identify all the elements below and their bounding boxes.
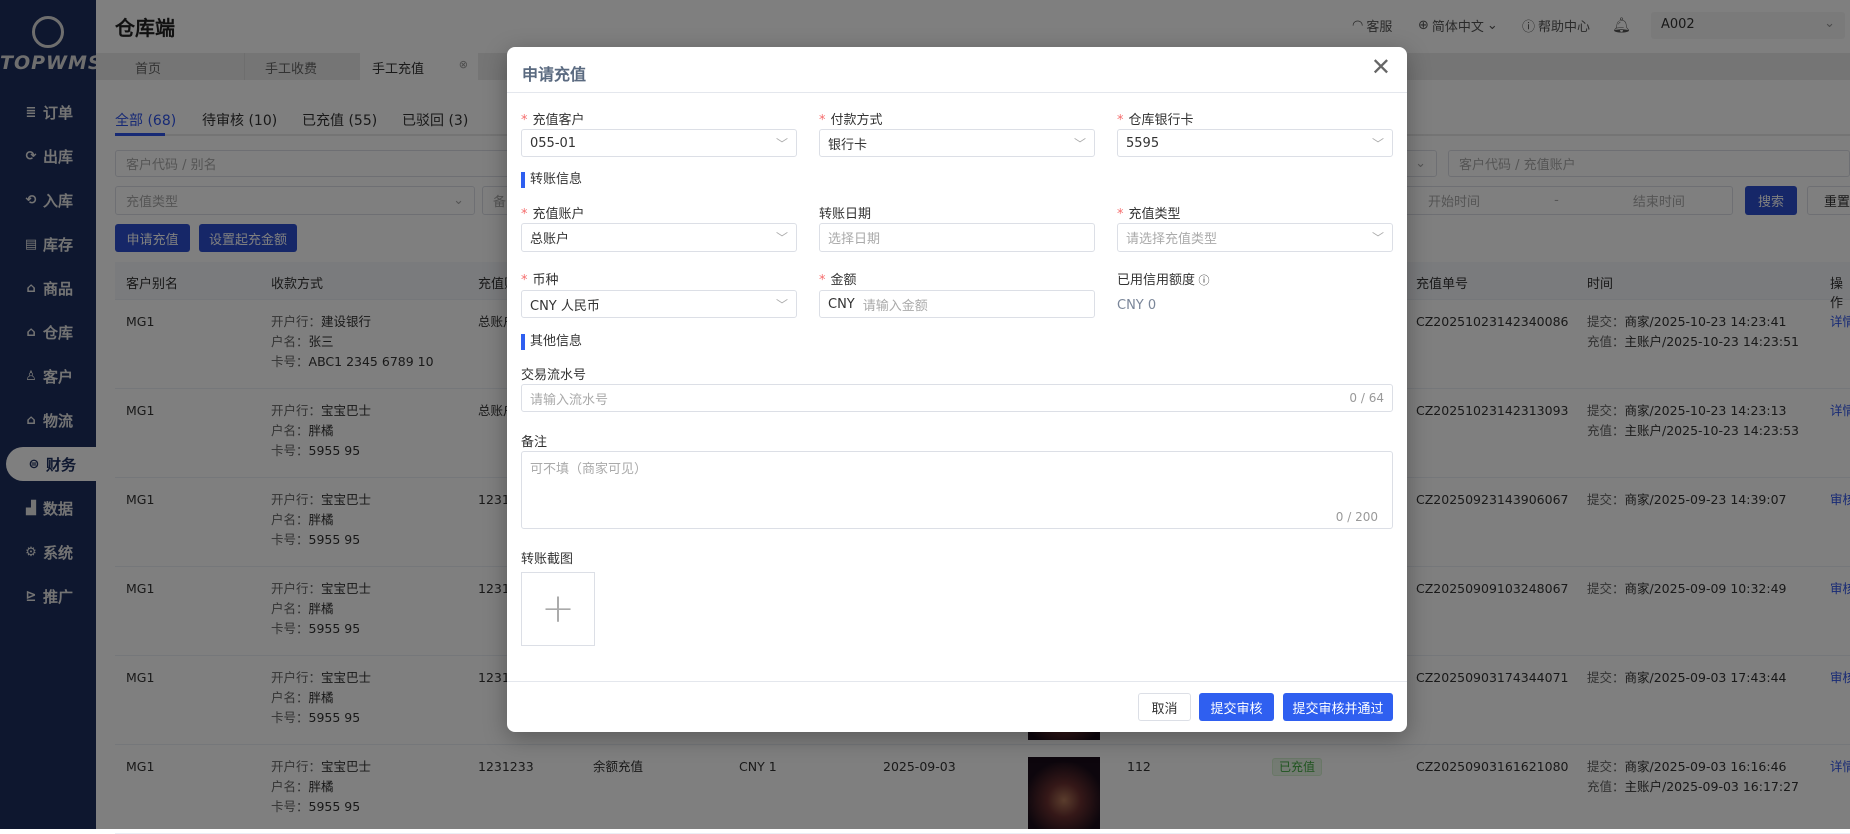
apply-recharge-dialog: 申请充值 ✕ * 充值客户 055-01 ﹀ * 付款方式 银行卡 ﹀ * 仓库银行卡 5… [507,47,1407,732]
credit-value: CNY 0 [1117,298,1157,313]
type-label: * 充值类型 [1117,207,1181,222]
help-icon[interactable]: ⓘ [1195,274,1210,287]
placeholder: 请选择充值类型 [1126,232,1218,247]
placeholder: 可不填（商家可见） [530,462,648,477]
amount-input[interactable]: CNY 请输入金额 [819,290,1095,318]
transfer-date-label: 转账日期 [819,207,872,222]
account-label: * 充值账户 [521,207,585,222]
submit-review-button[interactable]: 提交审核 [1199,693,1274,721]
placeholder: 请输入金额 [862,298,928,314]
upload-screenshot-button[interactable]: + [521,572,595,646]
pay-method-label: * 付款方式 [819,113,883,128]
plus-icon: + [541,586,575,632]
currency-label: * 币种 [521,273,559,288]
chevron-down-icon: ﹀ [775,231,788,245]
credit-label: 已用信用额度 ⓘ [1117,273,1210,288]
customer-select[interactable]: 055-01 ﹀ [521,129,797,157]
remark-label: 备注 [521,435,548,450]
placeholder: 请输入流水号 [530,392,609,408]
value: 总账户 [530,232,570,247]
dialog-title: 申请充值 [522,65,587,84]
pay-method-select[interactable]: 银行卡 ﹀ [819,129,1095,157]
bank-card-label: * 仓库银行卡 [1117,113,1194,128]
close-icon[interactable]: ✕ [1371,53,1391,81]
divider [507,681,1407,682]
chevron-down-icon: ﹀ [1073,136,1086,151]
section-transfer-info: 转账信息 [521,172,582,188]
customer-label: * 充值客户 [521,113,585,128]
account-select[interactable]: 总账户 ﹀ [521,223,797,252]
serial-label: 交易流水号 [521,368,587,383]
value: 5595 [1126,135,1160,151]
value: 银行卡 [828,137,868,153]
submit-and-approve-button[interactable]: 提交审核并通过 [1283,693,1393,721]
type-select[interactable]: 请选择充值类型 ﹀ [1117,223,1393,252]
divider [507,92,1407,93]
value: CNY 人民币 [530,298,600,314]
chevron-down-icon: ﹀ [1371,136,1384,151]
chevron-down-icon: ﹀ [1371,231,1384,245]
value: 055-01 [530,135,577,151]
section-other-info: 其他信息 [521,334,582,350]
cancel-button[interactable]: 取消 [1138,693,1191,721]
currency-select[interactable]: CNY 人民币 ﹀ [521,290,797,318]
amount-label: * 金额 [819,273,857,288]
serial-input[interactable]: 请输入流水号 0 / 64 [521,384,1393,412]
char-counter: 0 / 200 [1335,510,1378,524]
screenshot-label: 转账截图 [521,552,574,567]
remark-textarea[interactable]: 可不填（商家可见） 0 / 200 [521,451,1393,529]
transfer-date-picker[interactable]: 选择日期 [819,223,1095,252]
currency-prefix: CNY [828,296,855,312]
chevron-down-icon: ﹀ [775,136,788,151]
chevron-down-icon: ﹀ [775,297,788,312]
placeholder: 选择日期 [828,232,881,247]
bank-card-select[interactable]: 5595 ﹀ [1117,129,1393,157]
char-counter: 0 / 64 [1349,391,1384,405]
